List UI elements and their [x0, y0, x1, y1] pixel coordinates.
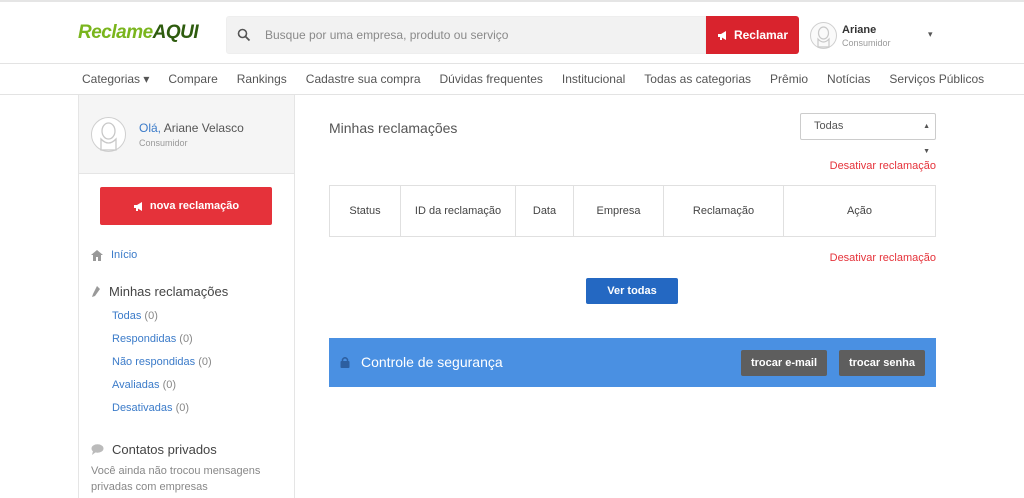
col-id: ID da reclamação — [400, 185, 516, 237]
nav-institucional[interactable]: Institucional — [562, 72, 625, 86]
col-status: Status — [329, 185, 401, 237]
nav-duvidas[interactable]: Dúvidas frequentes — [440, 72, 543, 86]
reclamar-label: Reclamar — [733, 28, 789, 42]
sidebar: Olá, Ariane Velasco Consumidor nova recl… — [78, 95, 295, 498]
user-avatar-icon — [817, 26, 830, 48]
trocar-email-button[interactable]: trocar e-mail — [741, 350, 827, 376]
avatar — [810, 22, 837, 49]
sidebar-item-avaliadas[interactable]: Avaliadas (0) — [112, 379, 176, 391]
megaphone-icon — [717, 30, 726, 40]
ver-todas-button[interactable]: Ver todas — [586, 278, 678, 304]
pencil-icon — [92, 285, 100, 297]
col-data: Data — [515, 185, 574, 237]
nav-compare[interactable]: Compare — [168, 72, 217, 86]
lock-icon — [340, 357, 350, 368]
nav-servicos-publicos[interactable]: Serviços Públicos — [889, 72, 984, 86]
chevron-down-icon: ▲ ▼ — [923, 123, 930, 155]
nav-todas-categorias[interactable]: Todas as categorias — [644, 72, 751, 86]
complaints-table: Status ID da reclamação Data Empresa Rec… — [329, 185, 936, 237]
trocar-senha-button[interactable]: trocar senha — [839, 350, 925, 376]
profile-role: Consumidor — [139, 138, 188, 148]
col-acao: Ação — [783, 185, 936, 237]
security-title: Controle de segurança — [361, 354, 503, 370]
sidebar-item-todas[interactable]: Todas (0) — [112, 310, 158, 322]
nav-noticias[interactable]: Notícias — [827, 72, 870, 86]
user-role: Consumidor — [842, 38, 891, 48]
sidebar-item-nao-respondidas[interactable]: Não respondidas (0) — [112, 356, 212, 368]
user-avatar-icon — [100, 122, 117, 151]
profile-card: Olá, Ariane Velasco Consumidor — [79, 95, 294, 174]
sidebar-item-contatos[interactable]: Contatos privados — [91, 442, 217, 457]
main-nav: Categorias ▾ Compare Rankings Cadastre s… — [0, 64, 1024, 95]
sidebar-item-inicio[interactable]: Início — [91, 249, 137, 261]
megaphone-icon — [133, 201, 142, 211]
contatos-empty-text: Você ainda não trocou mensagens privadas… — [91, 465, 261, 493]
header: ReclameAQUI Reclamar Ariane Consumidor ▾ — [0, 2, 1024, 64]
sidebar-item-minhas: Minhas reclamações — [91, 284, 228, 299]
sidebar-item-respondidas[interactable]: Respondidas (0) — [112, 333, 193, 345]
search-bar — [226, 16, 706, 54]
nova-reclamacao-button[interactable]: nova reclamação — [100, 187, 272, 225]
desativar-reclamacao-link-top[interactable]: Desativar reclamação — [830, 160, 936, 172]
security-panel: Controle de segurança trocar e-mail troc… — [329, 338, 936, 387]
nav-cadastre-compra[interactable]: Cadastre sua compra — [306, 72, 421, 86]
chat-bubble-icon — [91, 444, 104, 455]
search-input[interactable] — [265, 17, 695, 53]
search-icon — [237, 28, 251, 42]
desativar-reclamacao-link-bottom[interactable]: Desativar reclamação — [830, 252, 936, 264]
nav-premio[interactable]: Prêmio — [770, 72, 808, 86]
filter-select[interactable]: Todas ▲ ▼ — [800, 113, 936, 155]
reclame-aqui-logo[interactable]: ReclameAQUI — [78, 22, 199, 44]
sidebar-item-desativadas[interactable]: Desativadas (0) — [112, 402, 189, 414]
avatar — [91, 117, 126, 152]
reclamar-button[interactable]: Reclamar — [706, 16, 799, 54]
page-title: Minhas reclamações — [329, 120, 458, 136]
user-name: Ariane — [842, 24, 877, 36]
profile-greeting: Olá, Ariane Velasco — [139, 121, 244, 135]
col-empresa: Empresa — [573, 185, 664, 237]
user-menu[interactable]: Ariane Consumidor ▾ — [810, 22, 940, 52]
nav-categorias[interactable]: Categorias ▾ — [82, 72, 149, 86]
home-icon — [91, 249, 103, 261]
nav-rankings[interactable]: Rankings — [237, 72, 287, 86]
col-reclamacao: Reclamação — [663, 185, 784, 237]
chevron-down-icon[interactable]: ▾ — [928, 29, 933, 40]
